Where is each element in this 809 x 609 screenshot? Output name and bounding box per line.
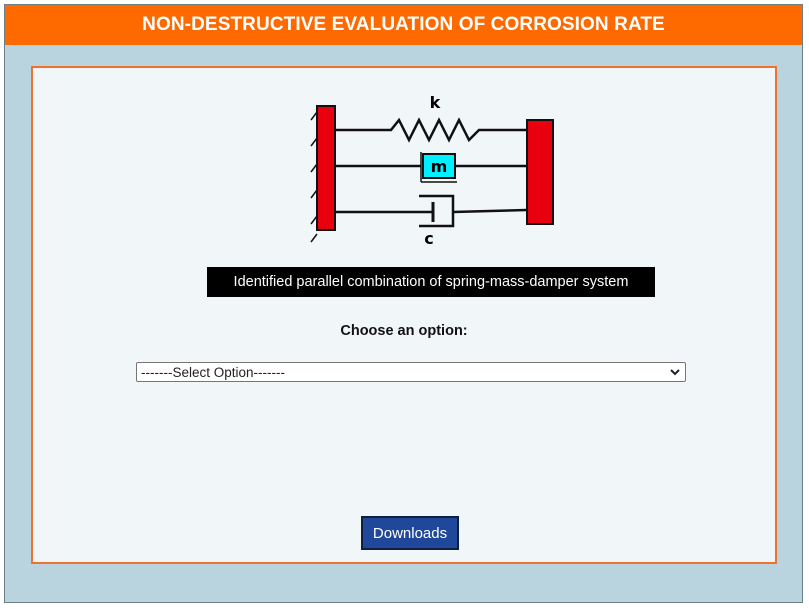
option-select[interactable]: -------Select Option------- — [136, 362, 686, 382]
app-window: NON-DESTRUCTIVE EVALUATION OF CORROSION … — [4, 4, 803, 603]
left-wall — [316, 105, 336, 231]
downloads-button-label: Downloads — [372, 524, 448, 542]
spring-label: k — [430, 93, 441, 112]
right-block — [526, 119, 554, 225]
page-title: NON-DESTRUCTIVE EVALUATION OF CORROSION … — [142, 14, 665, 35]
content-panel: k m c Identified parallel combination of… — [31, 66, 777, 564]
mass-label: m — [431, 157, 448, 176]
damper-link-right — [452, 208, 528, 214]
page-header: NON-DESTRUCTIVE EVALUATION OF CORROSION … — [5, 5, 802, 45]
spring-mass-damper-diagram: k m c — [310, 93, 554, 246]
chevron-down-icon — [670, 369, 680, 376]
spring — [335, 117, 527, 143]
caption-text: Identified parallel combination of sprin… — [233, 274, 629, 290]
downloads-button[interactable]: Downloads — [361, 516, 459, 550]
damper-label: c — [424, 229, 433, 246]
option-select-value: -------Select Option------- — [141, 364, 285, 380]
diagram-caption: Identified parallel combination of sprin… — [207, 267, 655, 297]
choose-option-label: Choose an option: — [340, 323, 468, 339]
